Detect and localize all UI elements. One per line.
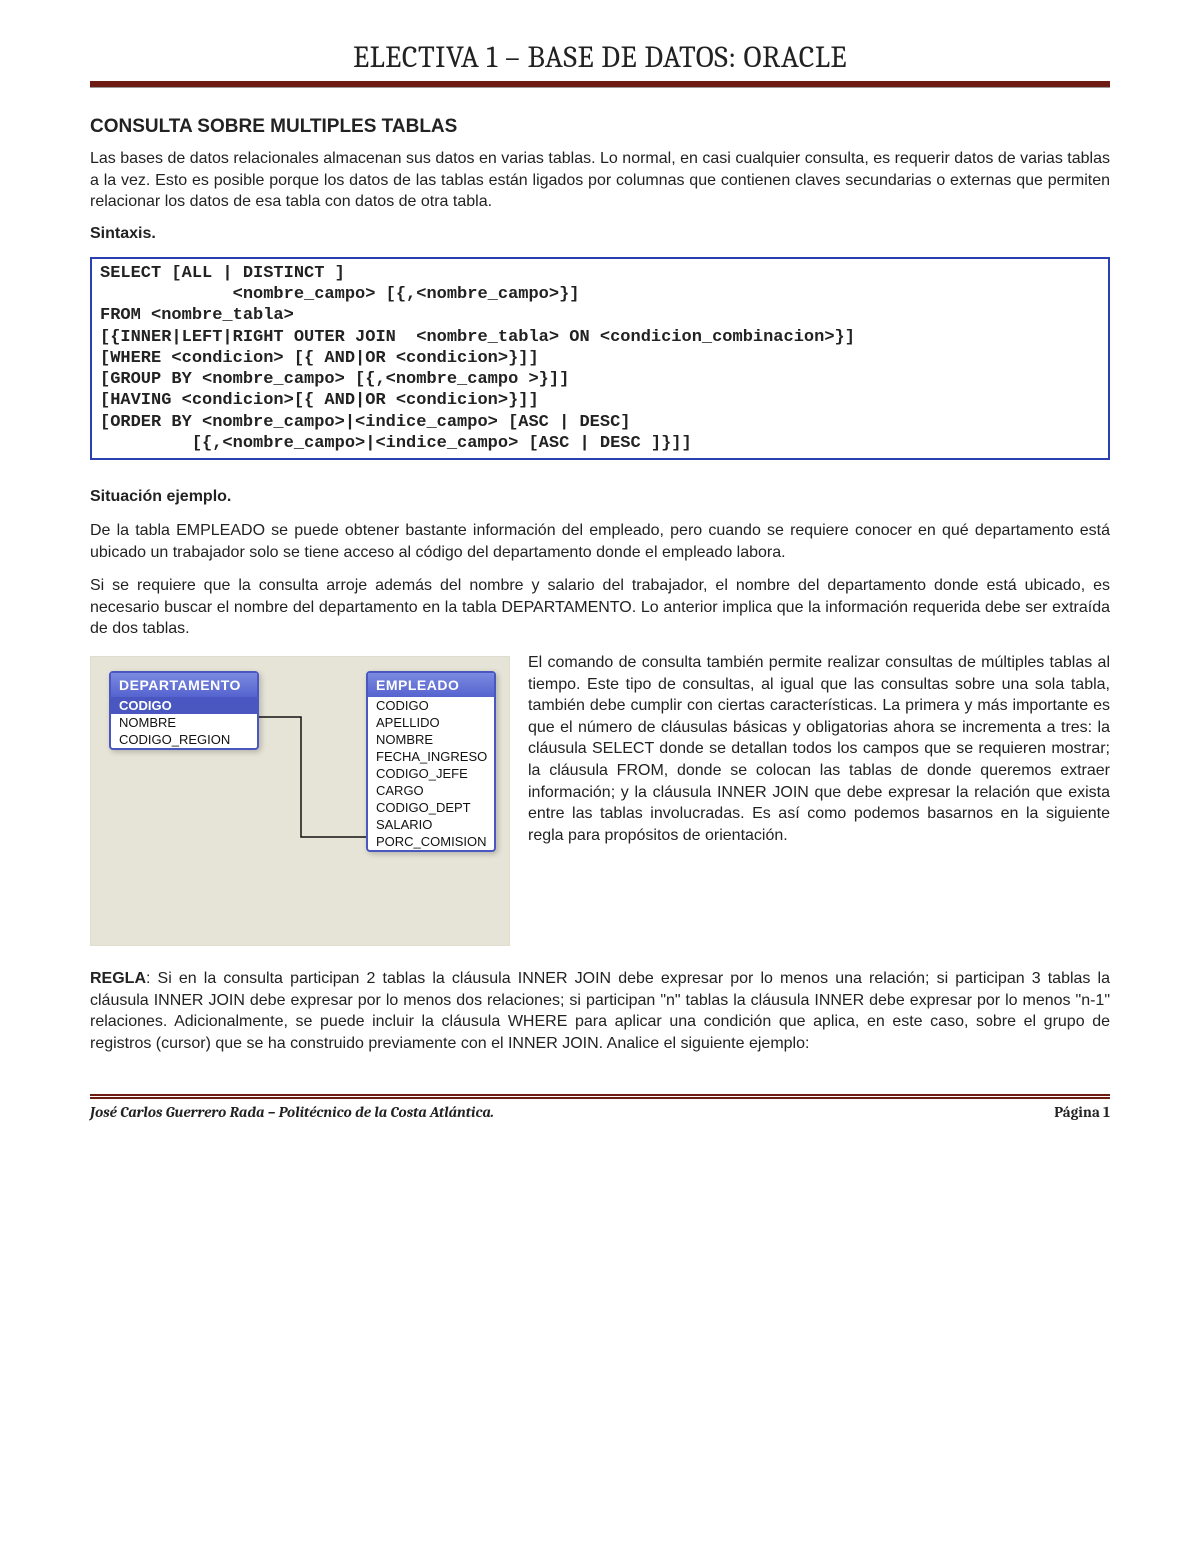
table-field: CODIGO_DEPT	[368, 799, 494, 816]
intro-paragraph: Las bases de datos relacionales almacena…	[90, 148, 1110, 213]
table-field: PORC_COMISION	[368, 833, 494, 850]
footer-author: José Carlos Guerrero Rada – Politécnico …	[90, 1103, 494, 1121]
regla-paragraph: REGLA: Si en la consulta participan 2 ta…	[90, 968, 1110, 1054]
example-paragraph-2: Si se requiere que la consulta arroje ad…	[90, 575, 1110, 640]
page-title: ELECTIVA 1 – BASE DE DATOS: ORACLE	[90, 40, 1110, 81]
header-rule	[90, 81, 1110, 88]
table-field: NOMBRE	[111, 714, 257, 731]
table-field: NOMBRE	[368, 731, 494, 748]
regla-text: : Si en la consulta participan 2 tablas …	[90, 970, 1110, 1052]
table-empleado: EMPLEADO CODIGO APELLIDO NOMBRE FECHA_IN…	[366, 671, 496, 852]
table-field: FECHA_INGRESO	[368, 748, 494, 765]
table-field: CODIGO_REGION	[111, 731, 257, 748]
table-header: DEPARTAMENTO	[111, 673, 257, 697]
regla-label: REGLA	[90, 970, 146, 987]
table-header: EMPLEADO	[368, 673, 494, 697]
section-heading-1: CONSULTA SOBRE MULTIPLES TABLAS	[90, 116, 1110, 138]
er-diagram: DEPARTAMENTO CODIGO NOMBRE CODIGO_REGION…	[90, 656, 510, 946]
table-field: CODIGO	[368, 697, 494, 714]
table-field: CODIGO	[111, 697, 257, 714]
section-heading-2: Situación ejemplo.	[90, 488, 1110, 506]
table-field: CODIGO_JEFE	[368, 765, 494, 782]
sintaxis-label: Sintaxis.	[90, 225, 1110, 243]
footer-page-number: Página 1	[1054, 1103, 1110, 1121]
table-field: APELLIDO	[368, 714, 494, 731]
table-field: SALARIO	[368, 816, 494, 833]
table-departamento: DEPARTAMENTO CODIGO NOMBRE CODIGO_REGION	[109, 671, 259, 750]
table-field: CARGO	[368, 782, 494, 799]
syntax-code-block: SELECT [ALL | DISTINCT ] <nombre_campo> …	[90, 257, 1110, 460]
page-footer: José Carlos Guerrero Rada – Politécnico …	[90, 1099, 1110, 1121]
example-paragraph-1: De la tabla EMPLEADO se puede obtener ba…	[90, 520, 1110, 563]
